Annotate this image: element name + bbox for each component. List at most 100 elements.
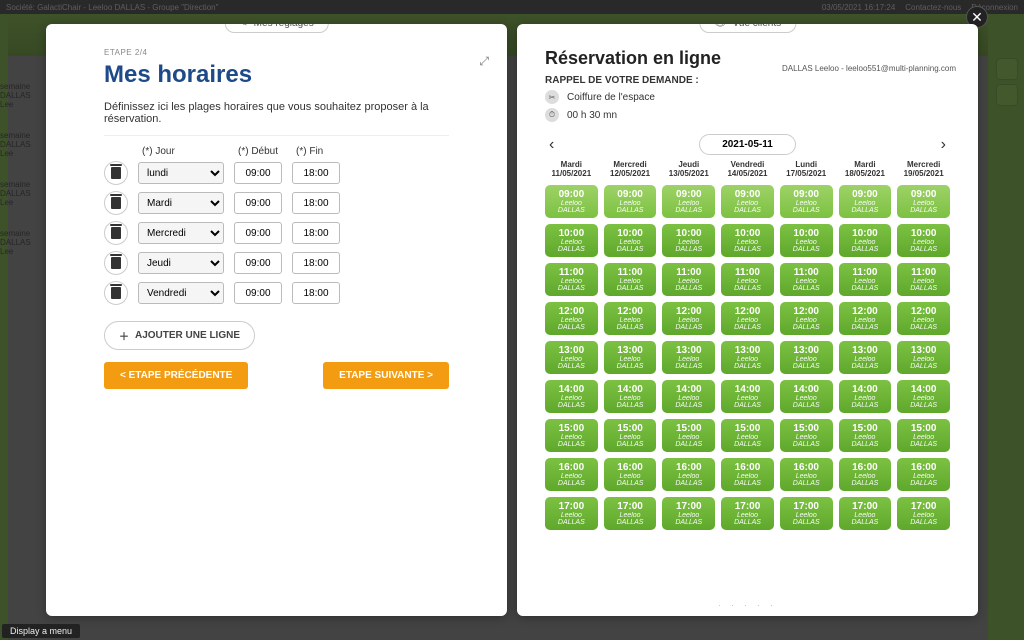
delete-row-button[interactable] [104,251,128,275]
time-slot[interactable]: 15:00Leeloo DALLAS [780,419,833,452]
time-slot[interactable]: 10:00Leeloo DALLAS [780,224,833,257]
time-slot[interactable]: 17:00Leeloo DALLAS [721,497,774,530]
start-time-input[interactable] [234,282,282,304]
time-slot[interactable]: 14:00Leeloo DALLAS [662,380,715,413]
time-slot[interactable]: 09:00Leeloo DALLAS [780,185,833,218]
end-time-input[interactable] [292,162,340,184]
time-slot[interactable]: 17:00Leeloo DALLAS [604,497,657,530]
time-slot[interactable]: 16:00Leeloo DALLAS [839,458,892,491]
time-slot[interactable]: 10:00Leeloo DALLAS [662,224,715,257]
start-time-input[interactable] [234,162,282,184]
delete-row-button[interactable] [104,221,128,245]
time-slot[interactable]: 10:00Leeloo DALLAS [604,224,657,257]
time-slot[interactable]: 09:00Leeloo DALLAS [545,185,598,218]
step-indicator: ETAPE 2/4 [104,48,449,57]
start-time-input[interactable] [234,252,282,274]
time-slot[interactable]: 09:00Leeloo DALLAS [604,185,657,218]
time-slot[interactable]: 14:00Leeloo DALLAS [545,380,598,413]
start-time-input[interactable] [234,222,282,244]
time-slot[interactable]: 14:00Leeloo DALLAS [721,380,774,413]
tab-client-view[interactable]: 👁 Vue clients [699,24,796,33]
time-slot[interactable]: 15:00Leeloo DALLAS [897,419,950,452]
next-step-button[interactable]: ETAPE SUIVANTE > [323,362,449,389]
end-time-input[interactable] [292,222,340,244]
time-slot[interactable]: 15:00Leeloo DALLAS [662,419,715,452]
time-slot[interactable]: 10:00Leeloo DALLAS [839,224,892,257]
end-time-input[interactable] [292,282,340,304]
time-slot[interactable]: 15:00Leeloo DALLAS [721,419,774,452]
time-slot[interactable]: 09:00Leeloo DALLAS [897,185,950,218]
time-slot[interactable]: 13:00Leeloo DALLAS [839,341,892,374]
day-select[interactable]: Vendredi [138,282,224,304]
time-slot[interactable]: 12:00Leeloo DALLAS [662,302,715,335]
time-slot[interactable]: 15:00Leeloo DALLAS [545,419,598,452]
time-slot[interactable]: 10:00Leeloo DALLAS [545,224,598,257]
time-slot[interactable]: 16:00Leeloo DALLAS [662,458,715,491]
time-slot[interactable]: 13:00Leeloo DALLAS [662,341,715,374]
time-slot[interactable]: 13:00Leeloo DALLAS [780,341,833,374]
time-slot[interactable]: 15:00Leeloo DALLAS [839,419,892,452]
time-slot[interactable]: 13:00Leeloo DALLAS [721,341,774,374]
day-select[interactable]: lundi [138,162,224,184]
day-select[interactable]: Mardi [138,192,224,214]
day-select[interactable]: Mercredi [138,222,224,244]
time-slot[interactable]: 10:00Leeloo DALLAS [721,224,774,257]
time-slot[interactable]: 11:00Leeloo DALLAS [780,263,833,296]
time-slot[interactable]: 11:00Leeloo DALLAS [721,263,774,296]
time-slot[interactable]: 09:00Leeloo DALLAS [721,185,774,218]
time-slot[interactable]: 17:00Leeloo DALLAS [662,497,715,530]
time-slot[interactable]: 16:00Leeloo DALLAS [545,458,598,491]
time-slot[interactable]: 10:00Leeloo DALLAS [897,224,950,257]
time-slot[interactable]: 15:00Leeloo DALLAS [604,419,657,452]
date-nav: ‹ 2021-05-11 › [545,134,950,155]
prev-week-button[interactable]: ‹ [545,136,558,154]
time-slot[interactable]: 11:00Leeloo DALLAS [897,263,950,296]
scissors-icon: ✂ [545,90,559,104]
expand-icon[interactable]: ⤢ [479,54,489,69]
modal: ✎ Mes réglages ⤢ ETAPE 2/4 Mes horaires … [46,24,978,616]
tab-my-settings[interactable]: ✎ Mes réglages [224,24,328,33]
start-time-input[interactable] [234,192,282,214]
time-slot[interactable]: 11:00Leeloo DALLAS [604,263,657,296]
time-slot[interactable]: 16:00Leeloo DALLAS [721,458,774,491]
next-week-button[interactable]: › [937,136,950,154]
delete-row-button[interactable] [104,281,128,305]
time-slot[interactable]: 11:00Leeloo DALLAS [839,263,892,296]
time-slot[interactable]: 14:00Leeloo DALLAS [604,380,657,413]
panel-settings: ✎ Mes réglages ⤢ ETAPE 2/4 Mes horaires … [46,24,507,616]
time-slot[interactable]: 12:00Leeloo DALLAS [897,302,950,335]
time-slot[interactable]: 14:00Leeloo DALLAS [897,380,950,413]
time-slot[interactable]: 17:00Leeloo DALLAS [780,497,833,530]
time-slot[interactable]: 16:00Leeloo DALLAS [897,458,950,491]
time-slot[interactable]: 11:00Leeloo DALLAS [662,263,715,296]
time-slot[interactable]: 09:00Leeloo DALLAS [839,185,892,218]
time-slot[interactable]: 13:00Leeloo DALLAS [897,341,950,374]
time-slot[interactable]: 12:00Leeloo DALLAS [721,302,774,335]
time-slot[interactable]: 17:00Leeloo DALLAS [839,497,892,530]
status-menu[interactable]: Display a menu [2,624,80,638]
delete-row-button[interactable] [104,161,128,185]
current-date[interactable]: 2021-05-11 [699,134,796,155]
time-slot[interactable]: 13:00Leeloo DALLAS [604,341,657,374]
time-slot[interactable]: 12:00Leeloo DALLAS [839,302,892,335]
time-slot[interactable]: 14:00Leeloo DALLAS [780,380,833,413]
time-slot[interactable]: 12:00Leeloo DALLAS [604,302,657,335]
end-time-input[interactable] [292,252,340,274]
reservation-user: DALLAS Leeloo - leeloo551@multi-planning… [782,64,956,73]
day-select[interactable]: Jeudi [138,252,224,274]
time-slot[interactable]: 13:00Leeloo DALLAS [545,341,598,374]
end-time-input[interactable] [292,192,340,214]
time-slot[interactable]: 17:00Leeloo DALLAS [545,497,598,530]
delete-row-button[interactable] [104,191,128,215]
time-slot[interactable]: 12:00Leeloo DALLAS [545,302,598,335]
time-slot[interactable]: 09:00Leeloo DALLAS [662,185,715,218]
time-slot[interactable]: 14:00Leeloo DALLAS [839,380,892,413]
eye-icon: 👁 [714,24,727,29]
time-slot[interactable]: 12:00Leeloo DALLAS [780,302,833,335]
time-slot[interactable]: 17:00Leeloo DALLAS [897,497,950,530]
add-row-button[interactable]: ＋ AJOUTER UNE LIGNE [104,321,255,350]
time-slot[interactable]: 16:00Leeloo DALLAS [780,458,833,491]
time-slot[interactable]: 11:00Leeloo DALLAS [545,263,598,296]
prev-step-button[interactable]: < ETAPE PRÉCÉDENTE [104,362,248,389]
time-slot[interactable]: 16:00Leeloo DALLAS [604,458,657,491]
